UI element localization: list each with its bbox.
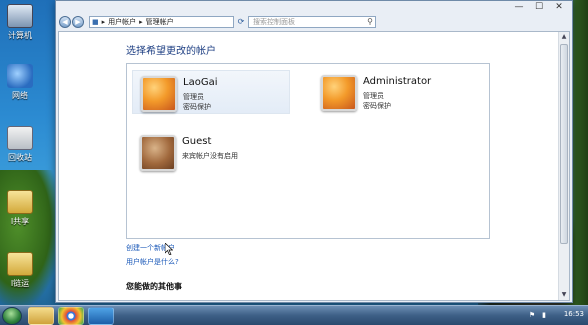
desktop-icon-label: I链运 [10, 279, 30, 288]
account-name: Administrator [363, 76, 432, 87]
breadcrumb-separator: ▸ [139, 18, 143, 26]
desktop-icon-label: 网络 [12, 91, 28, 100]
breadcrumb-manage-accounts[interactable]: 管理帐户 [146, 17, 174, 27]
tray-network-icon[interactable]: ▮ [540, 311, 548, 319]
orange-flower-avatar [321, 75, 357, 111]
desktop-icon-label: 计算机 [8, 31, 32, 40]
accounts-list: LaoGai 管理员 密码保护 Administrator 管理员 密码保护 G… [126, 63, 490, 239]
control-panel-window: — ☐ ✕ ◀ ▶ ■ ▸ 用户帐户 ▸ 管理帐户 ⟳ 搜索控制面板 ⚲ 选择希… [55, 0, 573, 303]
media-center-icon[interactable] [88, 307, 114, 325]
close-button[interactable]: ✕ [550, 1, 568, 13]
account-status: 来宾帐户没有启用 [182, 152, 238, 160]
tray-flag-icon[interactable]: ⚑ [528, 311, 536, 319]
desktop-icon-shared[interactable]: I共享 [2, 190, 38, 227]
desktop-icon-network[interactable]: 网络 [2, 64, 38, 101]
recycle-bin-icon [7, 126, 33, 150]
account-administrator[interactable]: Administrator 管理员 密码保护 [313, 70, 471, 114]
account-laogai[interactable]: LaoGai 管理员 密码保护 [132, 70, 290, 114]
scroll-up-arrow-icon[interactable]: ▲ [559, 32, 569, 42]
computer-icon [7, 4, 33, 28]
start-button[interactable] [2, 307, 22, 325]
desktop-icon-computer[interactable]: 计算机 [2, 4, 38, 41]
breadcrumb-separator: ▸ [101, 18, 106, 26]
breadcrumb-user-accounts[interactable]: 用户帐户 [108, 17, 136, 27]
account-status: 密码保护 [363, 102, 391, 110]
account-type: 管理员 [183, 93, 204, 101]
scroll-thumb[interactable] [560, 44, 568, 244]
account-type: 管理员 [363, 92, 384, 100]
orange-flower-avatar [141, 76, 177, 112]
search-placeholder: 搜索控制面板 [253, 18, 295, 26]
control-panel-icon: ■ [92, 18, 99, 26]
search-input[interactable]: 搜索控制面板 ⚲ [248, 16, 376, 28]
mouse-cursor-icon [165, 243, 173, 255]
back-button[interactable]: ◀ [59, 16, 71, 28]
folder-shortcut-icon [7, 252, 33, 276]
shared-folder-icon [7, 190, 33, 214]
minimize-button[interactable]: — [510, 1, 528, 13]
desktop-icon-shortcut[interactable]: I链运 [2, 252, 38, 289]
section-heading: 您能做的其他事 [126, 282, 182, 291]
caption-buttons: — ☐ ✕ [510, 1, 568, 15]
briefcase-avatar [140, 135, 176, 171]
clock[interactable]: 16:53 [564, 310, 584, 318]
chrome-icon[interactable] [58, 307, 84, 325]
forward-button[interactable]: ▶ [72, 16, 84, 28]
folder-icon[interactable] [28, 307, 54, 325]
refresh-icon[interactable]: ⟳ [236, 16, 246, 28]
desktop-icon-recycle-bin[interactable]: 回收站 [2, 126, 38, 163]
content-pane: 选择希望更改的帐户 LaoGai 管理员 密码保护 Administrator … [58, 31, 570, 301]
page-title: 选择希望更改的帐户 [126, 46, 216, 57]
scroll-down-arrow-icon[interactable]: ▼ [559, 290, 569, 300]
vertical-scrollbar[interactable]: ▲ ▼ [558, 32, 569, 300]
account-name: LaoGai [183, 77, 218, 88]
maximize-button[interactable]: ☐ [530, 1, 548, 13]
search-icon[interactable]: ⚲ [367, 17, 373, 27]
taskbar: ⚑ ▮ 16:53 [0, 305, 588, 325]
network-icon [7, 64, 33, 88]
desktop-icon-label: 回收站 [8, 153, 32, 162]
breadcrumb[interactable]: ■ ▸ 用户帐户 ▸ 管理帐户 [89, 16, 234, 28]
desktop-icon-label: I共享 [10, 217, 30, 226]
account-status: 密码保护 [183, 103, 211, 111]
account-guest[interactable]: Guest 来宾帐户没有启用 [132, 130, 290, 174]
what-is-account-link[interactable]: 用户帐户是什么? [126, 257, 179, 267]
address-bar: ◀ ▶ ■ ▸ 用户帐户 ▸ 管理帐户 ⟳ 搜索控制面板 ⚲ [59, 15, 569, 29]
account-name: Guest [182, 136, 212, 147]
